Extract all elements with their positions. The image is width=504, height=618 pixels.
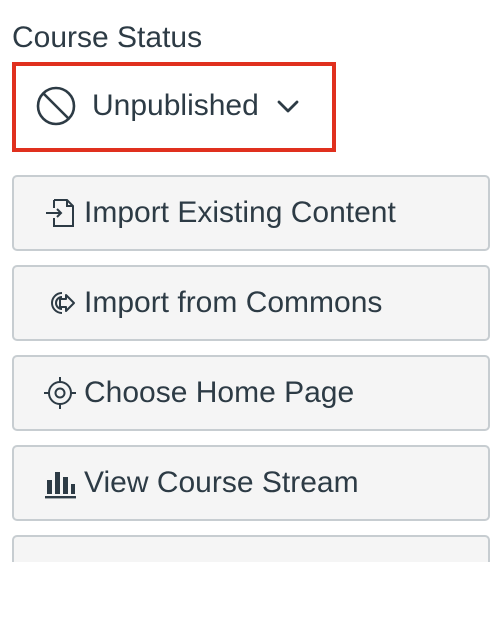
unpublished-icon [36, 86, 76, 126]
commons-icon [51, 292, 75, 314]
import-existing-content-label: Import Existing Content [84, 196, 396, 229]
import-from-commons-label: Import from Commons [84, 286, 383, 319]
chevron-down-icon [277, 100, 299, 113]
import-icon [46, 199, 74, 227]
bar-chart-icon [45, 472, 76, 499]
course-status-panel: Course Status Unpublished Import Existin… [0, 0, 504, 618]
course-status-heading: Course Status [12, 21, 203, 54]
content-cutoff [0, 562, 504, 618]
choose-home-page-label: Choose Home Page [84, 376, 355, 409]
publish-status-toggle[interactable]: Unpublished [34, 84, 301, 128]
view-course-stream-button[interactable]: View Course Stream [12, 445, 490, 521]
choose-home-page-button[interactable]: Choose Home Page [12, 355, 490, 431]
view-course-stream-label: View Course Stream [84, 466, 359, 499]
import-existing-content-button[interactable]: Import Existing Content [12, 175, 490, 251]
import-from-commons-button[interactable]: Import from Commons [12, 265, 490, 341]
status-label: Unpublished [92, 89, 259, 122]
target-icon [44, 377, 76, 409]
